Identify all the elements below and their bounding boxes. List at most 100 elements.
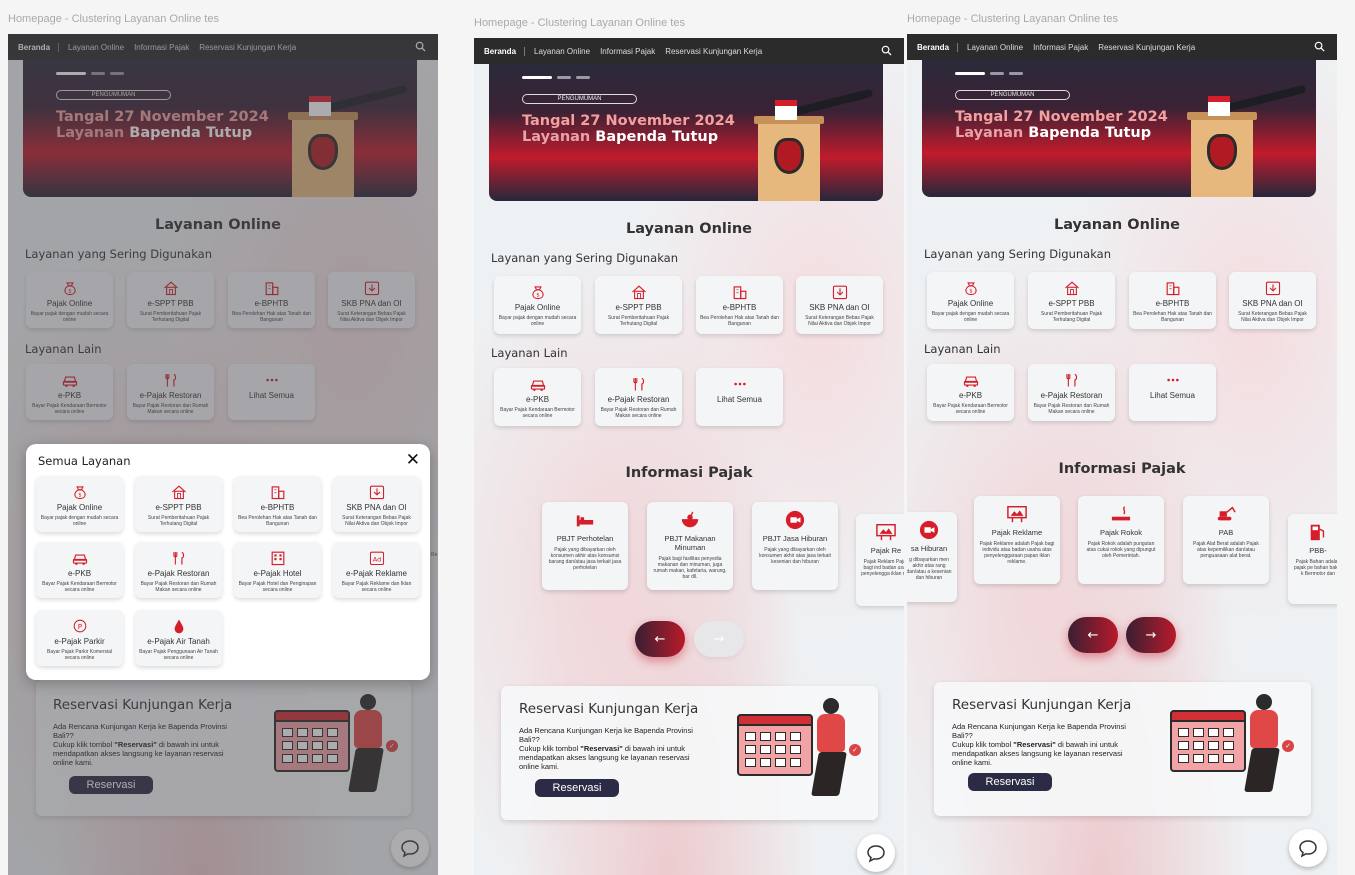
service-card-e-pajak-restoran[interactable]: e-Pajak Restoran Bayar Pajak Restoran dan… — [1028, 364, 1115, 421]
restaurant-icon — [1063, 372, 1081, 388]
service-card-e-sppt-pbb[interactable]: e-SPPT PBB Surat Pemberitahuan Pajak Terh… — [1028, 272, 1115, 329]
reservasi-button[interactable]: Reservasi — [535, 779, 619, 797]
hotel-icon — [269, 550, 287, 566]
reservasi-section: Reservasi Kunjungan Kerja Ada Rencana Ku… — [501, 686, 878, 820]
search-icon[interactable] — [881, 45, 892, 56]
service-card-lihat-semua[interactable]: Lihat Semua — [696, 368, 783, 426]
info-card-pab[interactable]: PAB Pajak Alat Berat adalah Pajak atas ke… — [1183, 496, 1269, 584]
ballot-box-illustration — [754, 100, 824, 201]
billboard-icon — [875, 522, 897, 542]
service-card-skb-pna[interactable]: SKB PNA dan OI Surat Keterangan Bebas Paj… — [1229, 272, 1316, 329]
ad-icon — [368, 550, 386, 566]
nav-reservasi[interactable]: Reservasi Kunjungan Kerja — [1098, 43, 1195, 52]
carousel-next-button[interactable]: → — [694, 621, 744, 657]
smoking-icon — [1110, 504, 1132, 524]
service-card-e-bphtb[interactable]: e-BPHTB Bea Perolehan Hak atas Tanah dan … — [696, 276, 783, 334]
modal-card-pajak-online[interactable]: Pajak Online Bayar pajak dengan mudah sec… — [36, 476, 123, 532]
nav-informasi-pajak[interactable]: Informasi Pajak — [1033, 43, 1088, 52]
reservasi-description: Ada Rencana Kunjungan Kerja ke Bapenda P… — [952, 722, 1126, 767]
modal-card-e-pajak-parkir[interactable]: e-Pajak Parkir Bayar Pajak Parkir Komersi… — [36, 610, 123, 666]
layanan-online-title: Layanan Online — [1053, 217, 1181, 233]
restaurant-icon — [170, 550, 188, 566]
car-icon — [529, 376, 547, 392]
service-card-skb-pna[interactable]: SKB PNA dan OI Surat Keterangan Bebas Paj… — [796, 276, 883, 334]
modal-card-e-pajak-restoran[interactable]: e-Pajak Restoran Bayar Pajak Restoran dan… — [135, 542, 222, 598]
building-icon — [1164, 280, 1182, 296]
download-icon — [1264, 280, 1282, 296]
announcement-tag: PENGUMUMAN — [522, 94, 637, 104]
chat-button[interactable] — [1289, 829, 1327, 867]
informasi-pajak-title: Informasi Pajak — [1058, 461, 1186, 477]
service-card-e-pkb[interactable]: e-PKB Bayar Pajak Kendaraan Bermotor seca… — [494, 368, 581, 426]
money-bag-icon — [529, 284, 547, 300]
service-card-e-sppt-pbb[interactable]: e-SPPT PBB Surat Pemberitahuan Pajak Terh… — [595, 276, 682, 334]
nav-beranda[interactable]: Beranda — [484, 46, 526, 56]
info-card-pajak-reklame-partial[interactable]: Pajak RePajak Reklam Pajak bagi ind bada… — [856, 514, 904, 606]
nav-beranda[interactable]: Beranda — [917, 42, 959, 52]
info-card-pajak-rokok[interactable]: Pajak Rokok Pajak Rokok adalah pungutan a… — [1078, 496, 1164, 584]
top-nav: Beranda Layanan Online Informasi Pajak R… — [474, 38, 904, 64]
reservasi-button[interactable]: Reservasi — [968, 773, 1052, 791]
carousel-prev-button[interactable]: ← — [1068, 617, 1118, 653]
camera-icon — [784, 510, 806, 530]
bed-icon — [574, 510, 596, 530]
info-card-pbjt-perhotelan[interactable]: PBJT Perhotelan Pajak yang dibayarkan ole… — [542, 502, 628, 590]
info-card-pajak-reklame[interactable]: Pajak Reklame Pajak Reklame adalah Pajak … — [974, 496, 1060, 584]
reservasi-description: Ada Rencana Kunjungan Kerja ke Bapenda P… — [519, 726, 693, 771]
chat-button[interactable] — [857, 834, 895, 872]
modal-card-e-pajak-hotel[interactable]: e-Pajak Hotel Bayar Pajak Hotel dan Pengi… — [234, 542, 321, 598]
close-icon[interactable]: ✕ — [406, 450, 420, 470]
nav-reservasi[interactable]: Reservasi Kunjungan Kerja — [665, 47, 762, 56]
car-icon — [71, 550, 89, 566]
nav-informasi-pajak[interactable]: Informasi Pajak — [600, 47, 655, 56]
frequent-services-title: Layanan yang Sering Digunakan — [924, 247, 1111, 261]
modal-card-e-bphtb[interactable]: e-BPHTB Bea Perolehan Hak atas Tanah dan … — [234, 476, 321, 532]
service-card-pajak-online[interactable]: Pajak Online Bayar pajak dengan mudah sec… — [927, 272, 1014, 329]
announcement-headline: Tangal 27 November 2024 Layanan Bapenda … — [522, 113, 735, 145]
info-card-pbbkb-partial[interactable]: PBB-Pajak Bahan adalah pajak pe bahan ba… — [1288, 514, 1337, 604]
carousel-dots[interactable] — [955, 72, 1023, 75]
billboard-icon — [1006, 504, 1028, 524]
house-icon — [170, 484, 188, 500]
fuel-icon — [1307, 522, 1329, 542]
layanan-online-title: Layanan Online — [625, 221, 753, 237]
more-icon — [731, 376, 749, 392]
announcement-headline: Tangal 27 November 2024 Layanan Bapenda … — [955, 109, 1168, 141]
nav-layanan-online[interactable]: Layanan Online — [967, 43, 1023, 52]
top-nav: Beranda Layanan Online Informasi Pajak R… — [907, 34, 1337, 60]
phone-frame-2: Beranda Layanan Online Informasi Pajak R… — [474, 38, 904, 875]
modal-card-e-sppt-pbb[interactable]: e-SPPT PBB Surat Pemberitahuan Pajak Terh… — [135, 476, 222, 532]
modal-title: Semua Layanan — [38, 454, 131, 468]
service-card-pajak-online[interactable]: Pajak Online Bayar pajak dengan mudah sec… — [494, 276, 581, 334]
house-icon — [1063, 280, 1081, 296]
excavator-icon — [1215, 504, 1237, 524]
modal-card-skb-pna[interactable]: SKB PNA dan OI Surat Keterangan Bebas Paj… — [333, 476, 420, 532]
carousel-dots[interactable] — [522, 76, 590, 79]
frame-label-3: Homepage - Clustering Layanan Online tes — [907, 13, 1118, 25]
camera-icon — [918, 520, 940, 540]
frame-label-2: Homepage - Clustering Layanan Online tes — [474, 17, 685, 29]
carousel-prev-button[interactable]: ← — [635, 621, 685, 657]
calendar-person-illustration: ✓ — [1170, 692, 1300, 802]
announcement-banner[interactable]: PENGUMUMAN Tangal 27 November 2024 Layan… — [922, 60, 1316, 197]
parking-icon — [71, 618, 89, 634]
modal-card-e-pkb[interactable]: e-PKB Bayar Pajak Kendaraan Bermotor seca… — [36, 542, 123, 598]
info-card-pbjt-makanan[interactable]: PBJT Makanan Minuman Pajak bagi fasilitas… — [647, 502, 733, 590]
service-card-e-pajak-restoran[interactable]: e-Pajak Restoran Bayar Pajak Restoran dan… — [595, 368, 682, 426]
info-card-jasa-hiburan-partial[interactable]: sa Hiburan g dibayarkan men akhir atas ra… — [907, 512, 957, 602]
semua-layanan-modal: Semua Layanan ✕ Pajak Online Bayar pajak … — [26, 444, 430, 680]
food-icon — [679, 510, 701, 530]
other-services-title: Layanan Lain — [924, 342, 1001, 356]
carousel-next-button[interactable]: → — [1126, 617, 1176, 653]
search-icon[interactable] — [1314, 41, 1325, 52]
service-card-lihat-semua[interactable]: Lihat Semua — [1129, 364, 1216, 421]
info-card-pbjt-hiburan[interactable]: PBJT Jasa Hiburan Pajak yang dibayarkan o… — [752, 502, 838, 590]
calendar-person-illustration: ✓ — [737, 696, 867, 806]
modal-card-e-pajak-air-tanah[interactable]: e-Pajak Air Tanah Bayar Pajak Penggunaan … — [135, 610, 222, 666]
service-card-e-bphtb[interactable]: e-BPHTB Bea Perolehan Hak atas Tanah dan … — [1129, 272, 1216, 329]
announcement-banner[interactable]: PENGUMUMAN Tangal 27 November 2024 Layan… — [489, 64, 883, 201]
modal-card-e-pajak-reklame[interactable]: e-Pajak Reklame Bayar Pajak Reklame dan I… — [333, 542, 420, 598]
service-card-e-pkb[interactable]: e-PKB Bayar Pajak Kendaraan Bermotor seca… — [927, 364, 1014, 421]
chat-bubble-icon — [1298, 838, 1318, 858]
nav-layanan-online[interactable]: Layanan Online — [534, 47, 590, 56]
